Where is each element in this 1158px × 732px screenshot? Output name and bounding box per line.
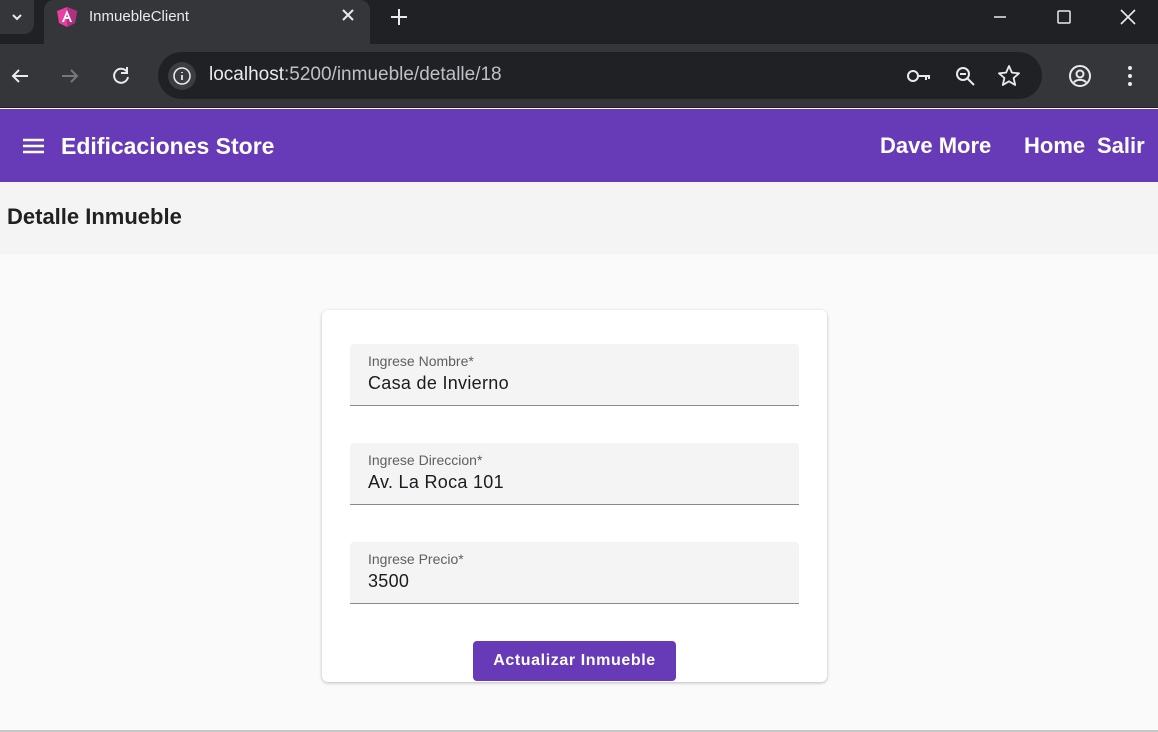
- profile-icon: [1069, 65, 1091, 87]
- star-icon: [998, 65, 1020, 86]
- browser-menu-button[interactable]: [1116, 62, 1144, 90]
- reload-button[interactable]: [107, 62, 135, 90]
- url-path: :5200/inmueble/detalle/18: [284, 64, 502, 85]
- site-info-button[interactable]: [168, 62, 196, 90]
- nav-user-link[interactable]: Dave More: [880, 133, 991, 159]
- address-field[interactable]: Ingrese Direccion*: [350, 443, 799, 505]
- close-window-button[interactable]: [1098, 0, 1158, 34]
- page-header: Detalle Inmueble: [0, 182, 1158, 254]
- nav-home-link[interactable]: Home: [1024, 133, 1085, 159]
- url-text[interactable]: localhost:5200/inmueble/detalle/18: [209, 64, 502, 86]
- new-tab-icon[interactable]: [386, 4, 412, 30]
- address-input[interactable]: [368, 472, 778, 493]
- tab-search-button[interactable]: [0, 0, 34, 34]
- update-property-button[interactable]: Actualizar Inmueble: [473, 641, 676, 681]
- angular-logo-icon: [57, 7, 77, 27]
- arrow-right-icon: [62, 69, 79, 83]
- browser-tab[interactable]: InmuebleClient: [44, 0, 370, 44]
- bookmark-button[interactable]: [996, 63, 1022, 89]
- profile-button[interactable]: [1066, 62, 1094, 90]
- hamburger-menu-icon[interactable]: [20, 133, 48, 159]
- address-bar[interactable]: localhost:5200/inmueble/detalle/18: [158, 52, 1042, 99]
- app-toolbar: Edificaciones Store Dave More Home Salir: [0, 109, 1158, 182]
- password-key-button[interactable]: [906, 63, 932, 89]
- forward-button[interactable]: [56, 62, 84, 90]
- nav-exit-link[interactable]: Salir: [1097, 133, 1145, 159]
- tab-title: InmuebleClient: [89, 8, 190, 25]
- price-field-label: Ingrese Precio*: [368, 551, 464, 567]
- reload-icon: [113, 67, 129, 84]
- close-tab-icon[interactable]: [338, 5, 358, 25]
- back-button[interactable]: [6, 62, 34, 90]
- browser-tabstrip: InmuebleClient: [0, 0, 1158, 44]
- zoom-out-icon: [956, 67, 975, 86]
- url-host: localhost: [209, 64, 284, 85]
- name-input[interactable]: [368, 373, 778, 394]
- address-field-label: Ingrese Direccion*: [368, 452, 483, 468]
- arrow-left-icon: [11, 69, 28, 83]
- name-field[interactable]: Ingrese Nombre*: [350, 344, 799, 406]
- page-title: Detalle Inmueble: [7, 204, 182, 229]
- info-icon: [173, 67, 191, 85]
- maximize-icon: [1057, 10, 1071, 24]
- zoom-button[interactable]: [952, 63, 978, 89]
- chevron-down-icon: [12, 14, 22, 21]
- maximize-button[interactable]: [1034, 0, 1094, 34]
- browser-toolbar: localhost:5200/inmueble/detalle/18: [0, 44, 1158, 108]
- form-card: Ingrese Nombre* Ingrese Direccion* Ingre…: [322, 310, 827, 682]
- app-title: Edificaciones Store: [61, 133, 275, 159]
- more-vertical-icon: [1128, 66, 1132, 86]
- minimize-button[interactable]: [970, 0, 1030, 34]
- key-icon: [907, 70, 930, 82]
- close-icon: [1120, 9, 1136, 25]
- minimize-icon: [994, 16, 1006, 18]
- name-field-label: Ingrese Nombre*: [368, 353, 474, 369]
- price-field[interactable]: Ingrese Precio*: [350, 542, 799, 604]
- price-input[interactable]: [368, 571, 778, 592]
